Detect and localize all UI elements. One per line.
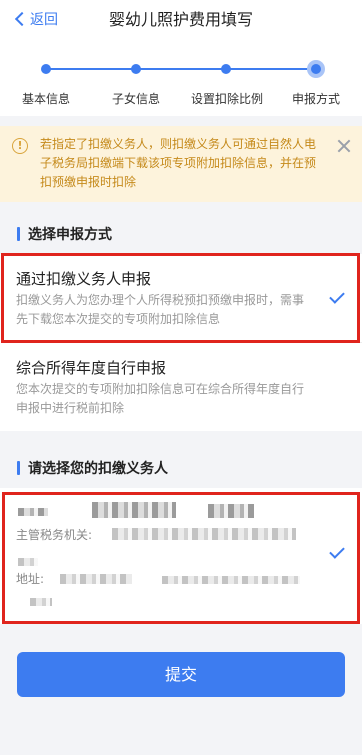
step-label-deduction-ratio: 设置扣除比例 xyxy=(190,92,264,106)
section-header-payer: 请选择您的扣缴义务人 xyxy=(0,448,362,488)
notice-banner: ! 若指定了扣缴义务人，则扣缴义务人可通过自然人电子税务局扣缴端下载该项专项附加… xyxy=(0,126,362,202)
section-title-payer: 请选择您的扣缴义务人 xyxy=(28,461,168,477)
section-marker xyxy=(17,227,20,241)
section-header-method: 选择申报方式 xyxy=(0,214,362,254)
submit-button[interactable]: 提交 xyxy=(17,652,345,697)
highlight-box xyxy=(1,253,360,343)
option-annual-self-declare[interactable]: 综合所得年度自行申报 您本次提交的专项附加扣除信息可在综合所得年度自行申报中进行… xyxy=(0,343,362,431)
close-icon[interactable] xyxy=(336,138,352,154)
step-label-child-info: 子女信息 xyxy=(111,92,161,106)
step-dot-1 xyxy=(41,64,51,74)
option-desc: 您本次提交的专项附加扣除信息可在综合所得年度自行申报中进行税前扣除 xyxy=(16,382,305,415)
info-icon: ! xyxy=(12,138,28,154)
notice-text: 若指定了扣缴义务人，则扣缴义务人可通过自然人电子税务局扣缴端下载该项专项附加扣除… xyxy=(40,137,317,189)
step-dot-3 xyxy=(221,64,231,74)
highlight-box xyxy=(2,492,360,624)
option-title: 综合所得年度自行申报 xyxy=(16,359,167,377)
step-dot-current xyxy=(307,60,325,78)
step-label-declare-method: 申报方式 xyxy=(291,92,341,106)
stepper-track xyxy=(46,68,318,70)
page-title: 婴幼儿照护费用填写 xyxy=(108,10,253,29)
step-label-basic-info: 基本信息 xyxy=(21,92,71,106)
nav-bar: 返回 婴幼儿照护费用填写 xyxy=(0,0,362,40)
progress-stepper: 基本信息 子女信息 设置扣除比例 申报方式 xyxy=(0,40,362,116)
section-marker xyxy=(17,461,20,475)
section-title-method: 选择申报方式 xyxy=(28,227,112,243)
step-dot-2 xyxy=(131,64,141,74)
